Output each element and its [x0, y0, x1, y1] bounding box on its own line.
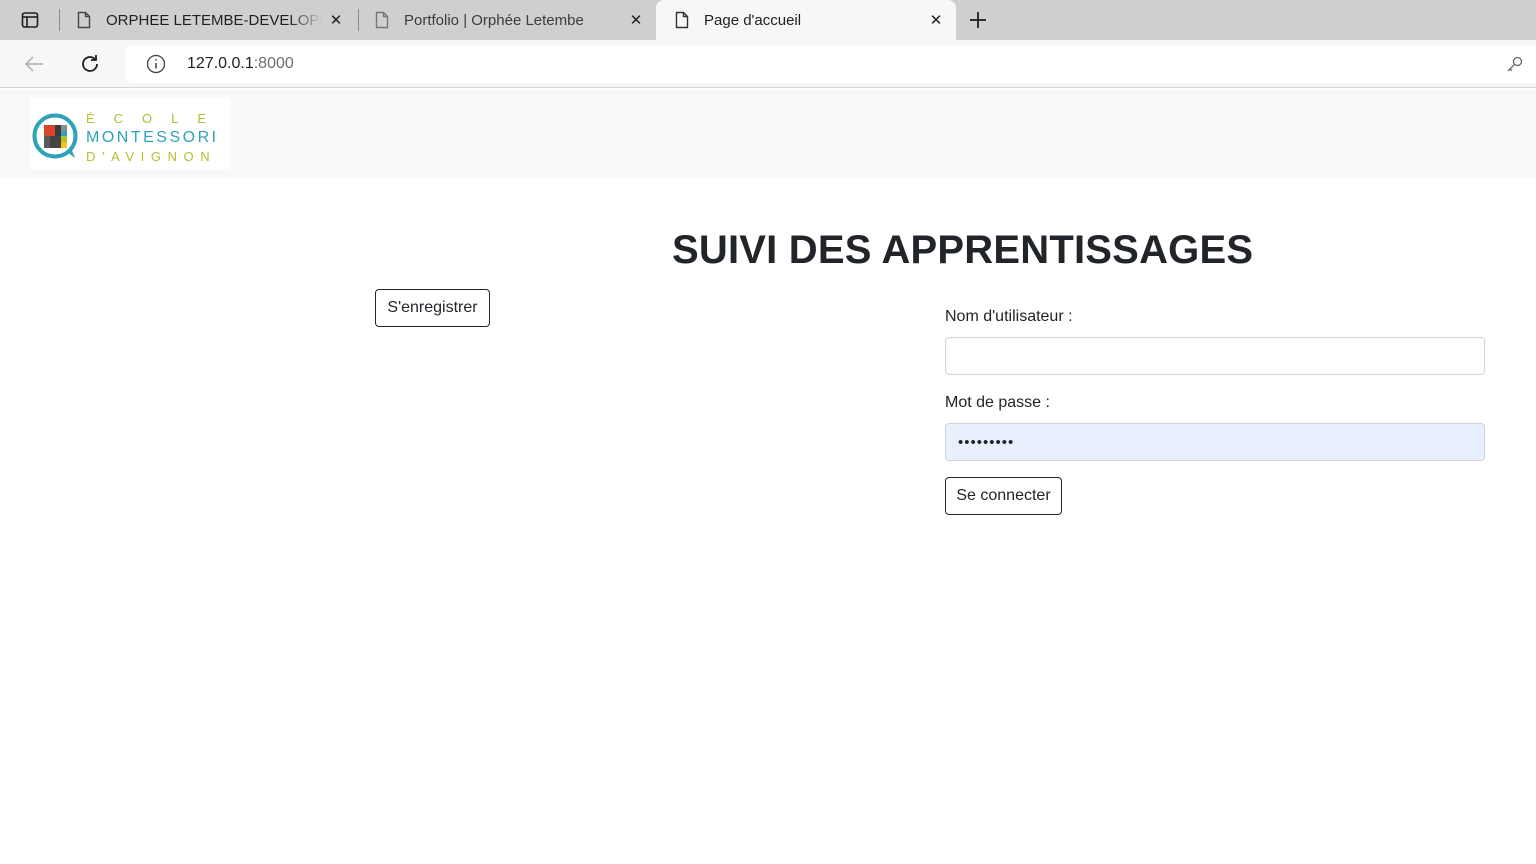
- tab-page-accueil[interactable]: Page d'accueil ✕: [656, 0, 956, 40]
- url-text: 127.0.0.1:8000: [187, 55, 294, 73]
- school-logo[interactable]: ÉCOLE MONTESSORI D'AVIGNON: [31, 97, 231, 169]
- page-title: SUIVI DES APPRENTISSAGES: [672, 228, 1254, 272]
- key-icon[interactable]: [1506, 55, 1524, 73]
- info-icon[interactable]: [146, 54, 166, 74]
- close-icon[interactable]: ✕: [622, 6, 650, 34]
- close-icon[interactable]: ✕: [922, 6, 950, 34]
- logo-line-montessori: MONTESSORI: [86, 129, 219, 146]
- tab-title: Page d'accueil: [704, 11, 802, 29]
- tab-orphee-developpeur[interactable]: ORPHEE LETEMBE-DEVELOPPEUR ✕: [58, 0, 356, 40]
- url-host: 127.0.0.1: [187, 55, 254, 72]
- plus-icon[interactable]: [963, 6, 993, 34]
- logo-mark-icon: [32, 113, 78, 159]
- url-port: :8000: [253, 55, 294, 72]
- tab-strip: ORPHEE LETEMBE-DEVELOPPEUR ✕ Portfolio |…: [0, 0, 1536, 40]
- browser-toolbar: 127.0.0.1:8000: [0, 40, 1536, 88]
- page-icon: [375, 11, 389, 29]
- tab-actions-icon[interactable]: [14, 6, 46, 34]
- tab-title: Portfolio | Orphée Letembe: [404, 11, 584, 29]
- close-icon[interactable]: ✕: [322, 6, 350, 34]
- password-label: Mot de passe :: [945, 394, 1050, 411]
- username-label: Nom d'utilisateur :: [945, 308, 1073, 325]
- register-button[interactable]: S'enregistrer: [375, 289, 490, 327]
- logo-line-ecole: ÉCOLE: [86, 111, 226, 126]
- page-icon: [77, 11, 91, 29]
- address-bar[interactable]: 127.0.0.1:8000: [126, 45, 1536, 83]
- tab-portfolio[interactable]: Portfolio | Orphée Letembe ✕: [356, 0, 656, 40]
- back-arrow-icon[interactable]: [20, 50, 48, 78]
- username-field[interactable]: [945, 337, 1485, 375]
- page-icon: [675, 11, 689, 29]
- login-button[interactable]: Se connecter: [945, 477, 1062, 515]
- logo-wordmark: ÉCOLE MONTESSORI D'AVIGNON: [86, 109, 225, 166]
- password-field[interactable]: [945, 423, 1485, 461]
- reload-icon[interactable]: [76, 50, 104, 78]
- tab-title: ORPHEE LETEMBE-DEVELOPPEUR: [106, 11, 322, 29]
- logo-line-avignon: D'AVIGNON: [86, 149, 217, 164]
- site-header: ÉCOLE MONTESSORI D'AVIGNON: [0, 89, 1536, 177]
